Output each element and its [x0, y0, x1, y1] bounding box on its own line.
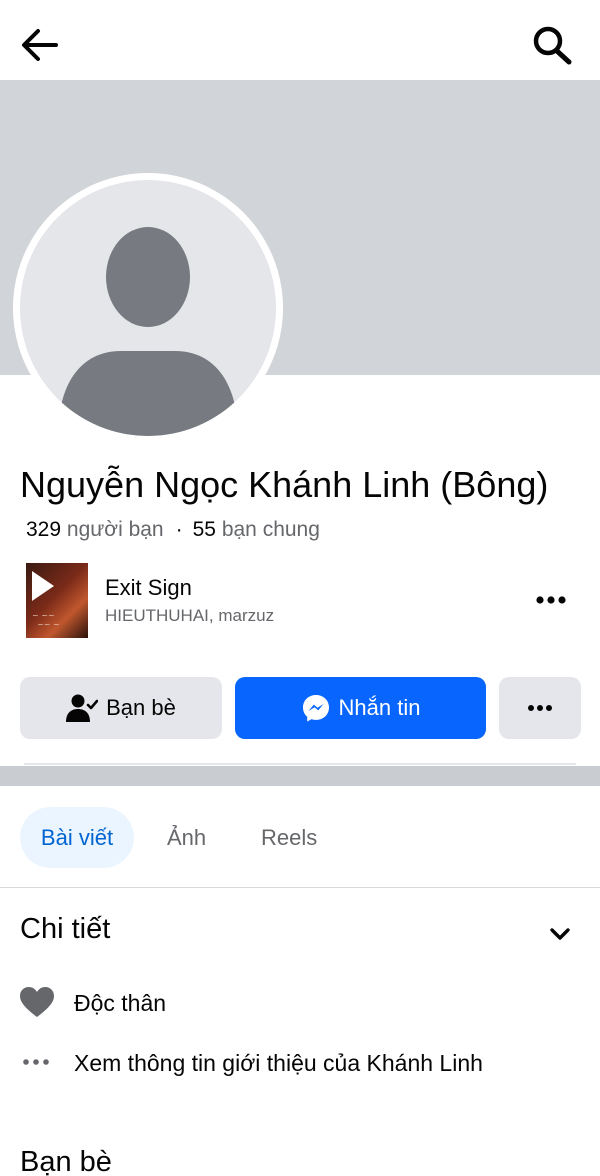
default-avatar — [20, 180, 276, 436]
message-button-label: Nhắn tin — [338, 695, 421, 720]
chevron-down-icon[interactable] — [546, 920, 574, 948]
friends-label: người bạn — [66, 518, 164, 541]
see-about-link[interactable]: Xem thông tin giới thiệu của Khánh Linh — [20, 1046, 580, 1086]
top-bar — [0, 0, 600, 80]
dots-icon — [23, 1059, 49, 1065]
profile-picture[interactable] — [13, 173, 283, 443]
card-edge — [24, 763, 576, 765]
separator-dot: · — [175, 518, 183, 541]
relationship-status: Độc thân — [20, 986, 580, 1026]
section-divider — [0, 766, 600, 786]
message-button[interactable]: Nhắn tin — [235, 677, 486, 739]
see-about-text: Xem thông tin giới thiệu của Khánh Linh — [74, 1050, 483, 1076]
relationship-text: Độc thân — [74, 990, 167, 1016]
heart-icon — [20, 987, 54, 1017]
profile-tabs: Bài viết Ảnh Reels — [0, 786, 600, 888]
more-options-icon[interactable] — [534, 587, 568, 613]
album-art[interactable]: ~ ~~ ~~ ~ — [26, 563, 88, 638]
mutual-count: 55 — [192, 518, 216, 541]
ellipsis-icon — [528, 705, 552, 711]
tab-photos[interactable]: Ảnh — [167, 807, 206, 868]
friend-check-icon — [66, 693, 99, 723]
song-title: Exit Sign — [105, 575, 192, 600]
profile-name: Nguyễn Ngọc Khánh Linh (Bông) — [20, 464, 549, 505]
more-actions-button[interactable] — [499, 677, 581, 739]
profile-music[interactable]: ~ ~~ ~~ ~ Exit Sign HIEUTHUHAI, marzuz — [26, 563, 586, 639]
friends-count: 329 — [26, 518, 62, 541]
song-artist: HIEUTHUHAI, marzuz — [105, 606, 275, 625]
friends-button[interactable]: Bạn bè — [20, 677, 222, 739]
album-art-lettering: ~ ~~ ~~ ~ — [32, 611, 60, 629]
back-arrow-icon[interactable] — [20, 24, 62, 66]
friends-button-label: Bạn bè — [106, 695, 176, 720]
search-icon[interactable] — [530, 24, 574, 66]
play-icon[interactable] — [32, 571, 54, 601]
mutual-label: bạn chung — [221, 518, 320, 541]
friends-section-heading: Bạn bè — [20, 1146, 112, 1176]
messenger-icon — [301, 693, 331, 723]
details-heading: Chi tiết — [20, 913, 111, 945]
friend-stats[interactable]: 329 người bạn · 55 bạn chung — [26, 516, 320, 544]
tab-reels[interactable]: Reels — [261, 807, 317, 868]
tab-posts[interactable]: Bài viết — [20, 807, 134, 868]
person-silhouette-icon — [58, 227, 238, 436]
